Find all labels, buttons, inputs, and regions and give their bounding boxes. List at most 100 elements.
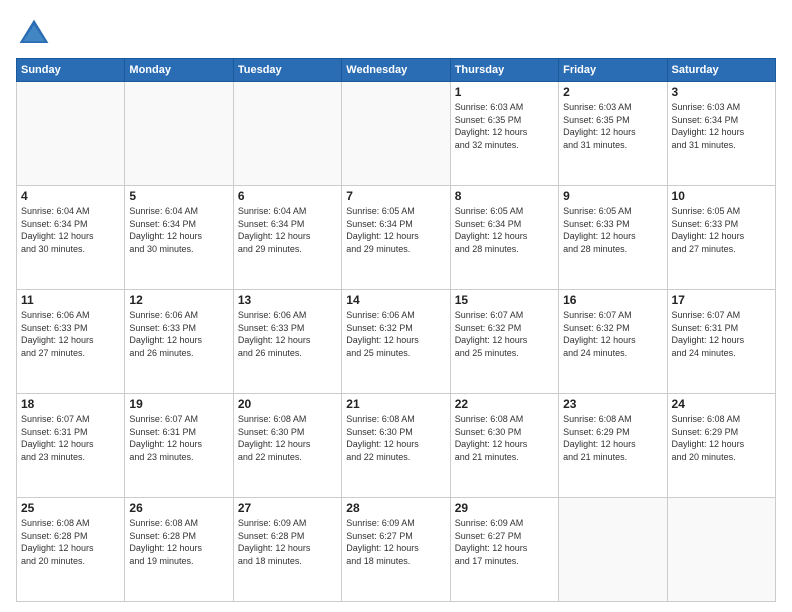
week-row: 4Sunrise: 6:04 AM Sunset: 6:34 PM Daylig… xyxy=(17,186,776,290)
day-detail: Sunrise: 6:05 AM Sunset: 6:33 PM Dayligh… xyxy=(672,205,771,255)
page: SundayMondayTuesdayWednesdayThursdayFrid… xyxy=(0,0,792,612)
day-detail: Sunrise: 6:04 AM Sunset: 6:34 PM Dayligh… xyxy=(238,205,337,255)
day-detail: Sunrise: 6:05 AM Sunset: 6:34 PM Dayligh… xyxy=(346,205,445,255)
day-detail: Sunrise: 6:03 AM Sunset: 6:34 PM Dayligh… xyxy=(672,101,771,151)
day-number: 14 xyxy=(346,293,445,307)
day-number: 8 xyxy=(455,189,554,203)
calendar-day-header: Wednesday xyxy=(342,59,450,82)
day-detail: Sunrise: 6:03 AM Sunset: 6:35 PM Dayligh… xyxy=(455,101,554,151)
day-detail: Sunrise: 6:09 AM Sunset: 6:28 PM Dayligh… xyxy=(238,517,337,567)
calendar-cell: 18Sunrise: 6:07 AM Sunset: 6:31 PM Dayli… xyxy=(17,394,125,498)
day-number: 20 xyxy=(238,397,337,411)
day-detail: Sunrise: 6:08 AM Sunset: 6:30 PM Dayligh… xyxy=(346,413,445,463)
day-detail: Sunrise: 6:07 AM Sunset: 6:31 PM Dayligh… xyxy=(672,309,771,359)
calendar-cell: 7 Sunrise: 6:05 AM Sunset: 6:34 PM Daylig… xyxy=(342,186,450,290)
day-number: 17 xyxy=(672,293,771,307)
day-detail: Sunrise: 6:09 AM Sunset: 6:27 PM Dayligh… xyxy=(346,517,445,567)
calendar-cell: 20 Sunrise: 6:08 AM Sunset: 6:30 PM Dayli… xyxy=(233,394,341,498)
calendar-cell: 12 Sunrise: 6:06 AM Sunset: 6:33 PM Dayli… xyxy=(125,290,233,394)
calendar-day-header: Monday xyxy=(125,59,233,82)
calendar-cell: 9Sunrise: 6:05 AM Sunset: 6:33 PM Daylig… xyxy=(559,186,667,290)
calendar-cell: 3 Sunrise: 6:03 AM Sunset: 6:34 PM Daylig… xyxy=(667,82,775,186)
day-detail: Sunrise: 6:04 AM Sunset: 6:34 PM Dayligh… xyxy=(129,205,228,255)
header xyxy=(16,16,776,52)
day-detail: Sunrise: 6:08 AM Sunset: 6:30 PM Dayligh… xyxy=(238,413,337,463)
day-detail: Sunrise: 6:06 AM Sunset: 6:32 PM Dayligh… xyxy=(346,309,445,359)
week-row: 25 Sunrise: 6:08 AM Sunset: 6:28 PM Dayli… xyxy=(17,498,776,602)
calendar-cell: 10 Sunrise: 6:05 AM Sunset: 6:33 PM Dayli… xyxy=(667,186,775,290)
day-number: 27 xyxy=(238,501,337,515)
day-number: 23 xyxy=(563,397,662,411)
calendar-cell: 13 Sunrise: 6:06 AM Sunset: 6:33 PM Dayli… xyxy=(233,290,341,394)
calendar-day-header: Thursday xyxy=(450,59,558,82)
day-detail: Sunrise: 6:08 AM Sunset: 6:29 PM Dayligh… xyxy=(563,413,662,463)
calendar-cell: 24Sunrise: 6:08 AM Sunset: 6:29 PM Dayli… xyxy=(667,394,775,498)
day-number: 25 xyxy=(21,501,120,515)
calendar-cell xyxy=(233,82,341,186)
day-number: 29 xyxy=(455,501,554,515)
calendar-cell: 8 Sunrise: 6:05 AM Sunset: 6:34 PM Daylig… xyxy=(450,186,558,290)
logo xyxy=(16,16,56,52)
day-number: 15 xyxy=(455,293,554,307)
day-number: 10 xyxy=(672,189,771,203)
calendar-cell: 19 Sunrise: 6:07 AM Sunset: 6:31 PM Dayli… xyxy=(125,394,233,498)
day-detail: Sunrise: 6:09 AM Sunset: 6:27 PM Dayligh… xyxy=(455,517,554,567)
calendar-cell: 1 Sunrise: 6:03 AM Sunset: 6:35 PM Daylig… xyxy=(450,82,558,186)
day-detail: Sunrise: 6:05 AM Sunset: 6:33 PM Dayligh… xyxy=(563,205,662,255)
day-detail: Sunrise: 6:06 AM Sunset: 6:33 PM Dayligh… xyxy=(238,309,337,359)
calendar-cell: 14 Sunrise: 6:06 AM Sunset: 6:32 PM Dayli… xyxy=(342,290,450,394)
calendar-cell xyxy=(17,82,125,186)
day-detail: Sunrise: 6:07 AM Sunset: 6:32 PM Dayligh… xyxy=(563,309,662,359)
day-detail: Sunrise: 6:07 AM Sunset: 6:31 PM Dayligh… xyxy=(21,413,120,463)
day-number: 7 xyxy=(346,189,445,203)
day-number: 19 xyxy=(129,397,228,411)
day-number: 5 xyxy=(129,189,228,203)
calendar-cell xyxy=(342,82,450,186)
day-detail: Sunrise: 6:06 AM Sunset: 6:33 PM Dayligh… xyxy=(21,309,120,359)
calendar-cell xyxy=(559,498,667,602)
calendar-cell: 11 Sunrise: 6:06 AM Sunset: 6:33 PM Dayli… xyxy=(17,290,125,394)
calendar-header-row: SundayMondayTuesdayWednesdayThursdayFrid… xyxy=(17,59,776,82)
day-detail: Sunrise: 6:08 AM Sunset: 6:30 PM Dayligh… xyxy=(455,413,554,463)
calendar-cell: 26 Sunrise: 6:08 AM Sunset: 6:28 PM Dayli… xyxy=(125,498,233,602)
day-number: 26 xyxy=(129,501,228,515)
calendar-cell: 16Sunrise: 6:07 AM Sunset: 6:32 PM Dayli… xyxy=(559,290,667,394)
day-number: 24 xyxy=(672,397,771,411)
day-detail: Sunrise: 6:03 AM Sunset: 6:35 PM Dayligh… xyxy=(563,101,662,151)
calendar-cell: 4Sunrise: 6:04 AM Sunset: 6:34 PM Daylig… xyxy=(17,186,125,290)
logo-icon xyxy=(16,16,52,52)
day-detail: Sunrise: 6:06 AM Sunset: 6:33 PM Dayligh… xyxy=(129,309,228,359)
calendar-cell: 28 Sunrise: 6:09 AM Sunset: 6:27 PM Dayli… xyxy=(342,498,450,602)
day-detail: Sunrise: 6:07 AM Sunset: 6:31 PM Dayligh… xyxy=(129,413,228,463)
day-number: 22 xyxy=(455,397,554,411)
calendar-cell: 27 Sunrise: 6:09 AM Sunset: 6:28 PM Dayli… xyxy=(233,498,341,602)
week-row: 18Sunrise: 6:07 AM Sunset: 6:31 PM Dayli… xyxy=(17,394,776,498)
day-detail: Sunrise: 6:08 AM Sunset: 6:28 PM Dayligh… xyxy=(129,517,228,567)
day-number: 11 xyxy=(21,293,120,307)
day-number: 13 xyxy=(238,293,337,307)
calendar-day-header: Sunday xyxy=(17,59,125,82)
calendar-table: SundayMondayTuesdayWednesdayThursdayFrid… xyxy=(16,58,776,602)
calendar-cell: 23 Sunrise: 6:08 AM Sunset: 6:29 PM Dayli… xyxy=(559,394,667,498)
calendar-cell: 2 Sunrise: 6:03 AM Sunset: 6:35 PM Daylig… xyxy=(559,82,667,186)
day-number: 3 xyxy=(672,85,771,99)
day-number: 1 xyxy=(455,85,554,99)
calendar-cell: 21 Sunrise: 6:08 AM Sunset: 6:30 PM Dayli… xyxy=(342,394,450,498)
day-detail: Sunrise: 6:05 AM Sunset: 6:34 PM Dayligh… xyxy=(455,205,554,255)
calendar-cell xyxy=(125,82,233,186)
calendar-cell: 5 Sunrise: 6:04 AM Sunset: 6:34 PM Daylig… xyxy=(125,186,233,290)
week-row: 11 Sunrise: 6:06 AM Sunset: 6:33 PM Dayli… xyxy=(17,290,776,394)
calendar-cell: 6 Sunrise: 6:04 AM Sunset: 6:34 PM Daylig… xyxy=(233,186,341,290)
day-number: 28 xyxy=(346,501,445,515)
day-detail: Sunrise: 6:08 AM Sunset: 6:28 PM Dayligh… xyxy=(21,517,120,567)
day-number: 21 xyxy=(346,397,445,411)
day-detail: Sunrise: 6:04 AM Sunset: 6:34 PM Dayligh… xyxy=(21,205,120,255)
week-row: 1 Sunrise: 6:03 AM Sunset: 6:35 PM Daylig… xyxy=(17,82,776,186)
calendar-cell: 15Sunrise: 6:07 AM Sunset: 6:32 PM Dayli… xyxy=(450,290,558,394)
calendar-cell: 25 Sunrise: 6:08 AM Sunset: 6:28 PM Dayli… xyxy=(17,498,125,602)
day-number: 12 xyxy=(129,293,228,307)
calendar-day-header: Tuesday xyxy=(233,59,341,82)
calendar-day-header: Saturday xyxy=(667,59,775,82)
day-number: 2 xyxy=(563,85,662,99)
day-number: 6 xyxy=(238,189,337,203)
